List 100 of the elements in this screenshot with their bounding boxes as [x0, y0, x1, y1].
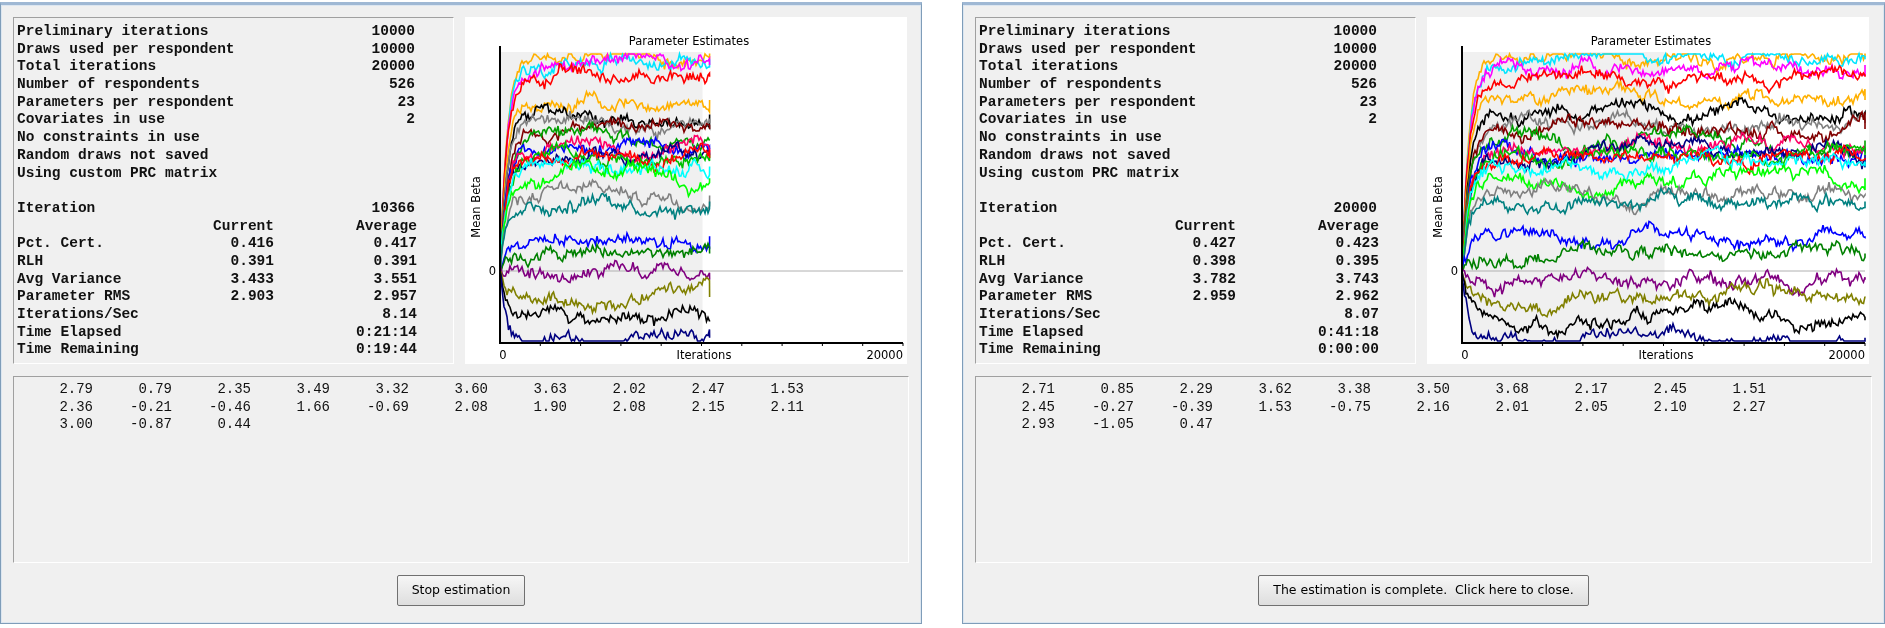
stat-label: Time Remaining: [17, 341, 140, 360]
estimate-value: -1.05: [1091, 416, 1134, 434]
estimate-value: -0.69: [366, 398, 409, 417]
stat-current: 0.391: [229, 252, 274, 271]
estimate-value: 2.11: [769, 398, 804, 417]
estimate-value: 2.02: [611, 381, 646, 399]
close-button[interactable]: The estimation is complete. Click here to close.: [1258, 575, 1589, 606]
stat-average: 8.14: [381, 306, 417, 324]
stat-label: Time Remaining: [979, 341, 1102, 360]
estimate-value: 2.08: [611, 398, 646, 417]
estimate-value: 3.60: [453, 381, 488, 399]
stat-label: Avg Variance: [979, 270, 1085, 289]
summary-label: Preliminary iterations: [979, 23, 1171, 41]
stat-label: Avg Variance: [17, 270, 123, 289]
y-axis-tick-label: 0: [1450, 264, 1458, 278]
estimate-value: 0.44: [216, 416, 251, 434]
summary-label: Random draws not saved: [979, 146, 1171, 165]
estimate-value: 2.17: [1573, 381, 1608, 399]
estimate-value: 1.66: [295, 398, 330, 417]
estimate-value: 2.29: [1178, 381, 1213, 399]
summary-value: 2: [405, 111, 416, 130]
stat-average: 3.743: [1334, 270, 1379, 289]
estimate-value: 3.63: [532, 381, 567, 399]
estimate-value: 2.15: [690, 398, 725, 417]
y-axis-tick-label: 0: [488, 264, 496, 278]
stat-average: 0.423: [1334, 235, 1379, 253]
estimate-value: 2.71: [1020, 381, 1055, 399]
iteration-label: Iteration: [17, 199, 97, 218]
stat-label: Parameter RMS: [17, 288, 132, 306]
x-axis-tick-label: 0: [499, 348, 507, 362]
estimate-value: 3.49: [295, 381, 330, 399]
estimate-value: -0.46: [208, 398, 251, 417]
estimate-value: 1.90: [532, 398, 567, 417]
x-axis-tick-label: 0: [1461, 348, 1469, 362]
stat-label: Iterations/Sec: [17, 306, 140, 324]
summary-value: 23: [396, 93, 416, 112]
summary-label: Using custom PRC matrix: [17, 164, 218, 183]
estimate-value: 0.85: [1099, 381, 1134, 399]
summary-label: Parameters per respondent: [979, 93, 1197, 112]
x-axis-tick-label: 20000: [1828, 348, 1865, 362]
stat-label: Parameter RMS: [979, 288, 1094, 306]
iteration-value: 20000: [1332, 199, 1378, 218]
stat-current: 2.903: [229, 288, 274, 306]
x-axis-label: Iterations: [1638, 348, 1694, 362]
estimate-value: -0.27: [1091, 398, 1134, 417]
stop-button[interactable]: Stop estimation: [396, 575, 526, 606]
summary-label: No constraints in use: [979, 129, 1162, 147]
stat-current: 2.959: [1191, 288, 1236, 306]
column-header: Average: [1317, 217, 1379, 236]
stat-average: 0:00:00: [1317, 341, 1379, 360]
estimate-value: 2.10: [1652, 398, 1687, 417]
stat-average: 0:19:44: [355, 341, 417, 360]
y-axis-label: Mean Beta: [469, 176, 483, 238]
estimate-value: 1.53: [769, 381, 804, 399]
estimate-value: 3.00: [58, 416, 93, 434]
estimate-value: 2.16: [1415, 398, 1450, 417]
iteration-label: Iteration: [979, 199, 1059, 218]
estimate-value: 2.36: [58, 398, 93, 417]
chart-title: Parameter Estimates: [628, 34, 750, 48]
summary-value: 10000: [1332, 40, 1378, 59]
iteration-value: 10366: [370, 199, 416, 218]
stat-label: Iterations/Sec: [979, 306, 1102, 324]
estimate-value: 3.68: [1494, 381, 1529, 399]
stat-current: 0.398: [1191, 252, 1236, 271]
summary-label: Draws used per respondent: [17, 40, 235, 59]
stat-current: 3.433: [229, 270, 274, 289]
estimate-value: 2.01: [1494, 398, 1529, 417]
summary-label: Random draws not saved: [17, 146, 209, 165]
estimate-value: 2.79: [58, 381, 93, 399]
stat-label: Pct. Cert.: [979, 235, 1067, 253]
estimate-value: 1.51: [1731, 381, 1766, 399]
summary-value: 20000: [1332, 58, 1378, 77]
summary-label: Draws used per respondent: [979, 40, 1197, 59]
summary-value: 10000: [370, 23, 416, 41]
estimate-value: 2.45: [1020, 398, 1055, 417]
summary-label: Parameters per respondent: [17, 93, 235, 112]
estimate-value: 3.62: [1257, 381, 1292, 399]
stat-label: Time Elapsed: [17, 323, 123, 342]
estimate-value: 2.45: [1652, 381, 1687, 399]
estimate-value: -0.39: [1170, 398, 1213, 417]
summary-label: Total iterations: [979, 58, 1119, 77]
stat-current: 3.782: [1191, 270, 1236, 289]
stat-average: 2.962: [1334, 288, 1379, 306]
stat-label: RLH: [17, 252, 45, 271]
summary-label: Number of respondents: [979, 76, 1162, 94]
stat-label: Time Elapsed: [979, 323, 1085, 342]
stat-average: 0.417: [372, 235, 417, 253]
estimate-value: 2.05: [1573, 398, 1608, 417]
estimate-value: 0.47: [1178, 416, 1213, 434]
summary-label: Covariates in use: [17, 111, 165, 130]
summary-value: 23: [1358, 93, 1378, 112]
stat-label: RLH: [979, 252, 1007, 271]
summary-value: 526: [387, 76, 416, 94]
stat-label: Pct. Cert.: [17, 235, 105, 253]
summary-value: 2: [1367, 111, 1378, 130]
estimate-value: 2.93: [1020, 416, 1055, 434]
estimate-value: 2.08: [453, 398, 488, 417]
column-header: Current: [1174, 217, 1236, 236]
stat-average: 2.957: [372, 288, 417, 306]
stat-average: 8.07: [1343, 306, 1379, 324]
